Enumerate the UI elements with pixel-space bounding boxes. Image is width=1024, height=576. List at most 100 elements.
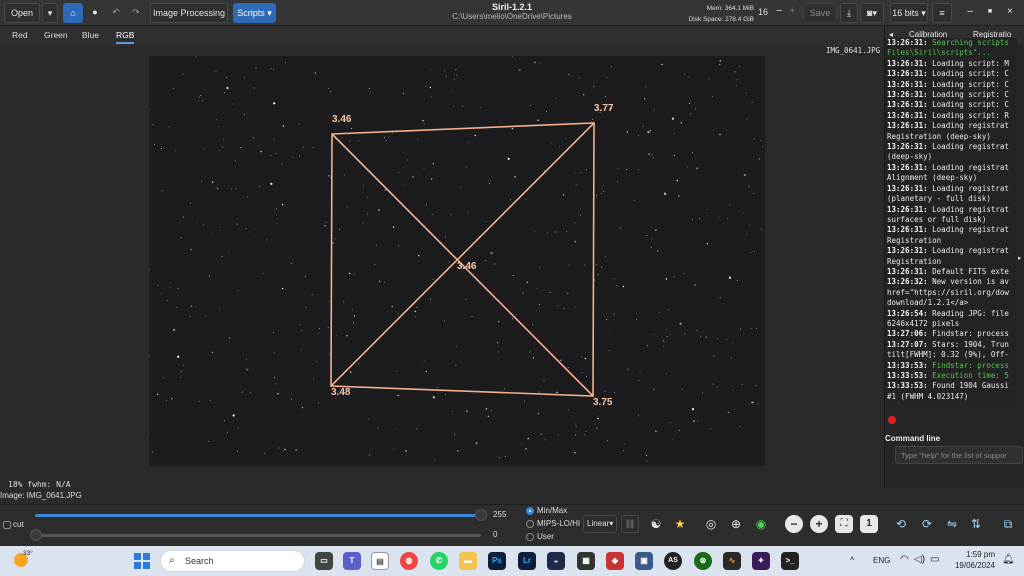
log-line: tilt[FWHM]: 0.32 (9%), Off-	[887, 350, 1009, 360]
terminal-icon[interactable]: >_	[781, 552, 799, 570]
zoom-out-icon[interactable]: −	[785, 515, 803, 533]
teams-icon[interactable]: T	[343, 552, 361, 570]
notifications-icon[interactable]: 🔔︎	[1002, 554, 1015, 565]
windows-start-icon[interactable]	[134, 553, 150, 569]
open-button[interactable]: Open	[4, 3, 40, 23]
log-line: 13:26:31: Searching scripts	[887, 38, 1009, 47]
fwhm-top-right: 3.77	[594, 103, 614, 114]
status-red-dot-icon	[888, 416, 896, 424]
undo-icon[interactable]: ↶	[108, 3, 124, 23]
chrome-icon[interactable]: ◍	[400, 552, 418, 570]
language-indicator[interactable]: ENG	[873, 556, 890, 565]
command-line-input[interactable]: Type "help" for the list of suppor	[895, 446, 1023, 464]
zoom-in-icon[interactable]: +	[810, 515, 828, 533]
tab-red[interactable]: Red	[12, 30, 28, 40]
lightroom-icon[interactable]: Lr	[518, 552, 536, 570]
log-line: 13:26:31: Loading registrat	[887, 162, 1009, 172]
target-icon[interactable]: ◉	[752, 515, 770, 533]
tab-rgb[interactable]: RGB	[116, 30, 135, 44]
volume-icon[interactable]: ◁)	[914, 554, 925, 565]
whatsapp-icon[interactable]: ✆	[430, 552, 448, 570]
log-line: Alignment (deep-sky)	[887, 173, 978, 183]
redo-icon[interactable]: ↷	[128, 3, 144, 23]
log-line: 13:26:31: Loading script: C	[887, 100, 1009, 110]
battery-icon[interactable]: ▭	[930, 554, 939, 565]
save-download-icon[interactable]: ⤓	[840, 3, 858, 23]
tab-green[interactable]: Green	[44, 30, 68, 40]
log-line: 13:26:31: Loading registrat	[887, 204, 1009, 214]
log-line: 6246x4172 pixels	[887, 318, 960, 328]
threads-increase-button[interactable]: +	[789, 5, 795, 17]
app-icon-6[interactable]: ✦	[752, 552, 770, 570]
channel-tabs: Red Green Blue RGB	[0, 26, 884, 46]
tilt-quadrilateral	[330, 122, 595, 397]
log-line: 13:26:31: Loading registrat	[887, 183, 1009, 193]
log-line: 13:26:31: Loading script: C	[887, 79, 1009, 89]
min-slider-track[interactable]	[35, 534, 481, 537]
siril-icon[interactable]: ◒	[547, 552, 565, 570]
max-slider-handle[interactable]	[475, 509, 487, 521]
taskbar-search[interactable]: ⌕ Search	[160, 550, 305, 572]
close-icon[interactable]: ×	[1002, 6, 1018, 17]
open-dropdown-button[interactable]: ▾	[42, 3, 58, 23]
negative-view-icon[interactable]: ☯	[647, 515, 665, 533]
app-icon-2[interactable]: ◆	[606, 552, 624, 570]
window-title: Siril-1.2.1 C:\Users\melio\OneDrive\Pict…	[420, 2, 604, 21]
bit-depth-selector[interactable]: 16 bits ▾	[890, 3, 928, 23]
app-icon-5[interactable]: ∿	[723, 552, 741, 570]
photoshop-icon[interactable]: Ps	[488, 552, 506, 570]
stretch-selector[interactable]: Linear▾	[583, 515, 617, 533]
rotate-left-icon[interactable]: ⟲	[892, 515, 910, 533]
save-button[interactable]: Save	[803, 3, 837, 23]
log-line: surfaces or full disk)	[887, 214, 987, 224]
hamburger-menu-icon[interactable]: ≡	[932, 3, 952, 23]
min-value[interactable]: 0	[493, 530, 497, 539]
false-color-icon[interactable]: ★	[671, 515, 689, 533]
notepad-icon[interactable]: ▤	[371, 552, 389, 570]
app-icon-4[interactable]: ⊛	[694, 552, 712, 570]
command-line-title: Command line	[885, 434, 941, 443]
panel-expand-arrow-icon[interactable]: ▸	[1018, 254, 1022, 262]
radio-user[interactable]	[526, 533, 534, 541]
image-processing-menu[interactable]: Image Processing ▾	[150, 3, 228, 36]
clock-time[interactable]: 1:59 pm	[953, 550, 995, 559]
app-icon-3[interactable]: ▣	[635, 552, 653, 570]
file-explorer-icon[interactable]: ▬	[459, 552, 477, 570]
min-slider-handle[interactable]	[30, 529, 42, 541]
log-line: 13:26:31: Loading registrat	[887, 121, 1009, 131]
cut-label: cut	[13, 520, 24, 529]
task-view-icon[interactable]: ▭	[315, 552, 333, 570]
image-filename: IMG_0641.JPG	[826, 46, 881, 55]
tab-blue[interactable]: Blue	[82, 30, 99, 40]
crop-icon[interactable]: ⧉	[999, 515, 1017, 533]
mirror-y-icon[interactable]: ⇅	[967, 515, 985, 533]
console-log[interactable]: 13:26:31: Searching scripts Files\Siril\s…	[885, 38, 1017, 402]
threads-decrease-button[interactable]: −	[776, 5, 782, 17]
radio-mips[interactable]	[526, 520, 534, 528]
app-icon-1[interactable]: ▦	[577, 552, 595, 570]
home-icon[interactable]: ⌂	[63, 3, 83, 23]
snapshot-camera-icon[interactable]: ◙▾	[860, 3, 884, 23]
zoom-fit-icon[interactable]: ⛶	[835, 515, 853, 533]
link-channels-icon[interactable]: ⛓	[621, 515, 639, 533]
clock-date[interactable]: 19/06/2024	[947, 561, 995, 570]
max-slider-track[interactable]	[35, 514, 481, 517]
cut-checkbox[interactable]	[3, 521, 11, 529]
tray-chevron-icon[interactable]: ^	[850, 555, 854, 565]
mirror-x-icon[interactable]: ⇋	[943, 515, 961, 533]
max-value[interactable]: 255	[493, 510, 506, 519]
radio-minmax[interactable]	[526, 507, 534, 515]
log-line: 13:26:31: Loading script: C	[887, 90, 1009, 100]
log-line: 13:33:53: Findstar: process	[887, 360, 1009, 370]
minimize-icon[interactable]: –	[962, 6, 978, 17]
astap-icon[interactable]: AS	[664, 552, 682, 570]
grid-globe-icon[interactable]: ⊕	[727, 515, 745, 533]
rotate-right-icon[interactable]: ⟳	[918, 515, 936, 533]
log-line: 13:26:54: Reading JPG: file	[887, 308, 1009, 318]
maximize-icon[interactable]: ■	[982, 8, 998, 15]
scripts-menu[interactable]: Scripts ▾	[233, 3, 276, 23]
annotations-icon[interactable]: ◎	[702, 515, 720, 533]
zoom-one-to-one-icon[interactable]: 1	[860, 515, 878, 533]
record-icon[interactable]: ●	[86, 3, 104, 23]
network-icon[interactable]: ◠	[900, 554, 909, 565]
